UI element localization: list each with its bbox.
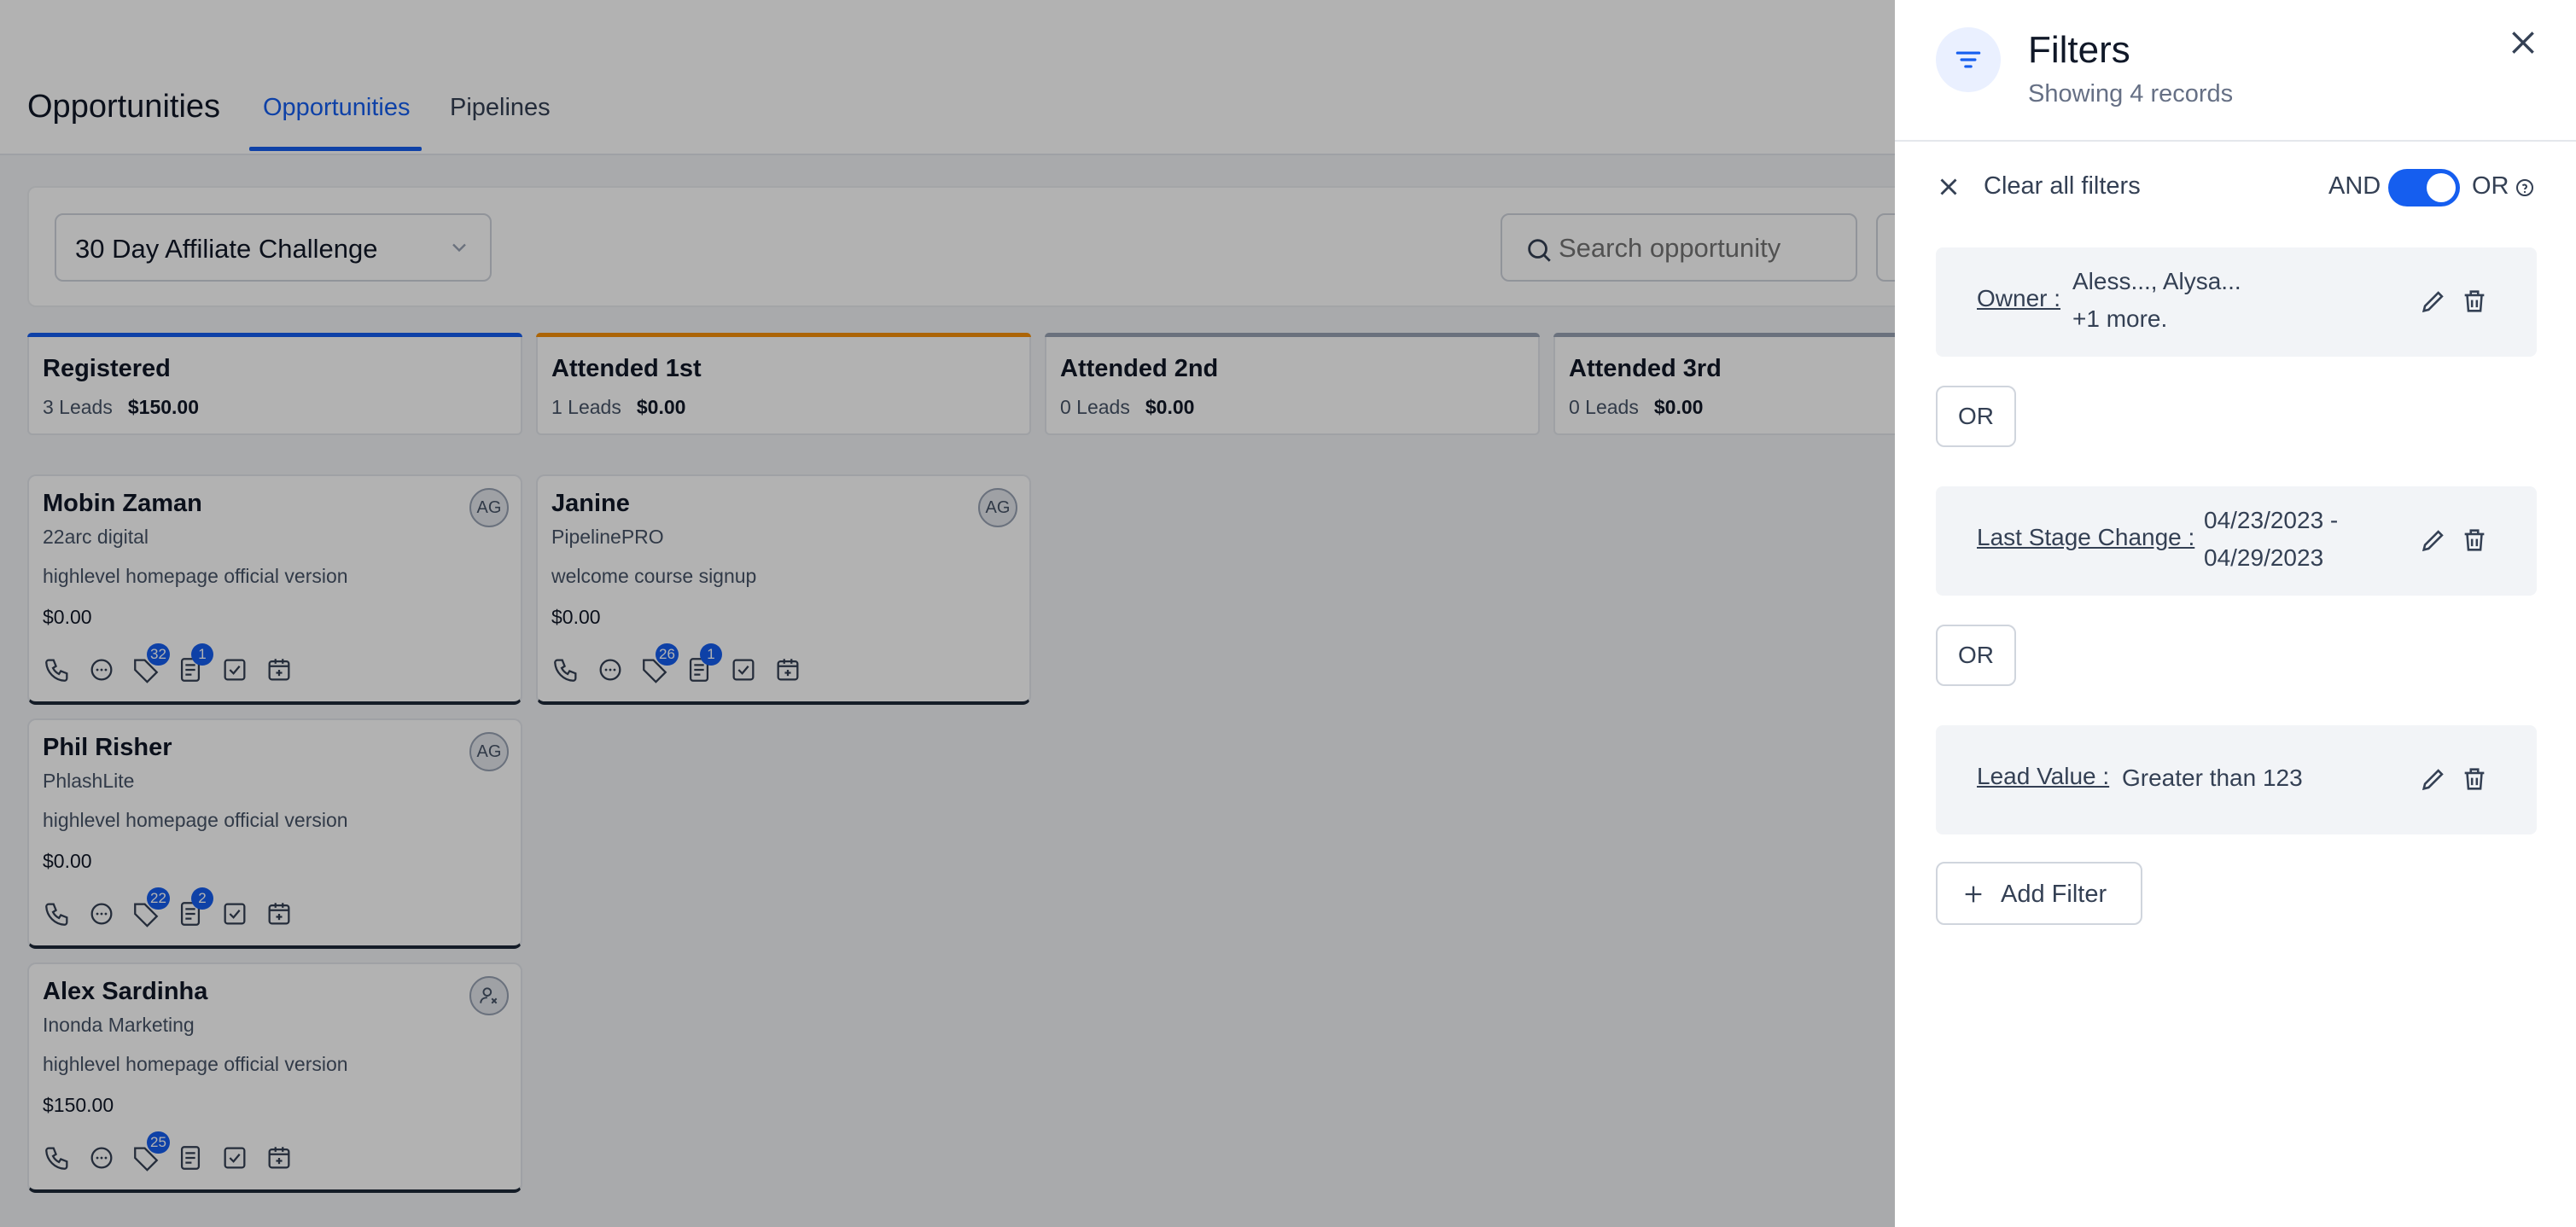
- close-icon: [1940, 178, 1957, 195]
- opportunities-app: Opportunities Opportunities Pipelines 30…: [0, 0, 2576, 1227]
- clear-all-label: Clear all filters: [1984, 172, 2141, 200]
- filter-value: Greater than 123: [2122, 759, 2303, 797]
- or-connector-button[interactable]: OR: [1936, 625, 2016, 686]
- filter-item-last-stage-change: Last Stage Change : 04/23/2023 - 04/29/2…: [1936, 486, 2537, 596]
- panel-title: Filters: [2028, 29, 2130, 71]
- close-icon[interactable]: [2506, 26, 2540, 60]
- and-or-logic-toggle: AND OR: [2328, 169, 2559, 206]
- filter-value-line: 04/23/2023 -: [2204, 507, 2339, 533]
- trash-icon[interactable]: [2460, 526, 2489, 555]
- filter-value-line: +1 more.: [2072, 305, 2168, 332]
- toggle-knob: [2427, 173, 2456, 202]
- help-circle-icon[interactable]: [2515, 177, 2535, 198]
- filter-key[interactable]: Owner :: [1977, 285, 2060, 312]
- filter-value: Aless..., Alysa... +1 more.: [2072, 263, 2241, 338]
- edit-pencil-icon[interactable]: [2419, 287, 2448, 316]
- filter-item-owner: Owner : Aless..., Alysa... +1 more.: [1936, 247, 2537, 357]
- filter-item-lead-value: Lead Value : Greater than 123: [1936, 725, 2537, 834]
- add-filter-label: Add Filter: [2001, 881, 2107, 908]
- records-count: Showing 4 records: [2028, 80, 2234, 108]
- filter-icon: [1955, 51, 1981, 68]
- filter-value-line: Aless..., Alysa...: [2072, 268, 2241, 294]
- logic-and-label: AND: [2328, 172, 2381, 200]
- edit-pencil-icon[interactable]: [2419, 526, 2448, 555]
- filter-value: 04/23/2023 - 04/29/2023: [2204, 502, 2338, 577]
- filter-value-line: 04/29/2023: [2204, 544, 2324, 571]
- filter-value-line: Greater than 123: [2122, 765, 2303, 791]
- logic-toggle-switch[interactable]: [2388, 169, 2460, 206]
- trash-icon[interactable]: [2460, 765, 2489, 794]
- edit-pencil-icon[interactable]: [2419, 765, 2448, 794]
- logic-or-label: OR: [2472, 172, 2509, 200]
- modal-backdrop[interactable]: [0, 0, 1895, 1227]
- or-connector-button[interactable]: OR: [1936, 386, 2016, 447]
- filters-panel-header: Filters Showing 4 records: [1895, 0, 2576, 142]
- filter-icon-badge: [1936, 27, 2001, 92]
- filter-key[interactable]: Last Stage Change :: [1977, 524, 2194, 551]
- filter-key[interactable]: Lead Value :: [1977, 763, 2109, 790]
- add-filter-button[interactable]: Add Filter: [1936, 862, 2142, 925]
- trash-icon[interactable]: [2460, 287, 2489, 316]
- plus-icon: [1965, 886, 1982, 903]
